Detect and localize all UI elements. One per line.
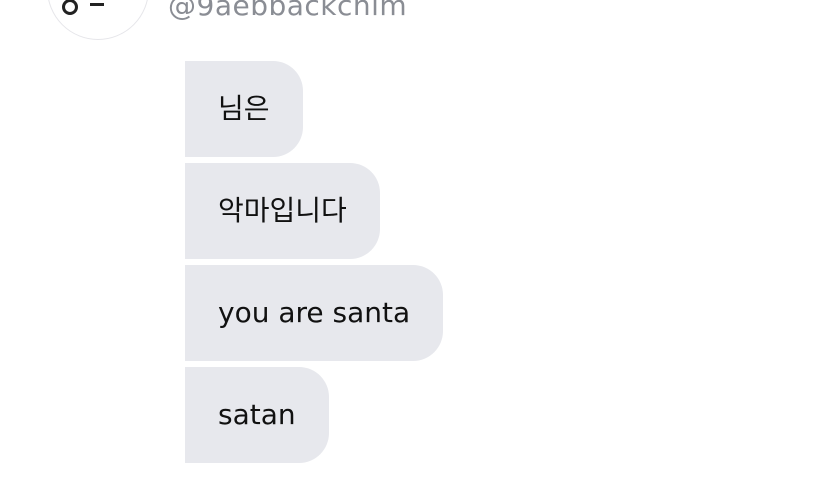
chat-view: @9aebbackchim 님은 악마입니다 you are santa sat…: [0, 0, 828, 492]
sender-handle[interactable]: @9aebbackchim: [168, 0, 407, 21]
message-group: 님은 악마입니다 you are santa satan: [185, 61, 785, 469]
avatar-glyph: [90, 3, 104, 6]
message-bubble[interactable]: satan: [185, 367, 329, 463]
message-bubble[interactable]: you are santa: [185, 265, 444, 361]
message-bubble[interactable]: 님은: [185, 61, 303, 157]
avatar[interactable]: [47, 0, 149, 40]
message-bubble[interactable]: 악마입니다: [185, 163, 380, 259]
avatar-glyph: [62, 0, 78, 15]
